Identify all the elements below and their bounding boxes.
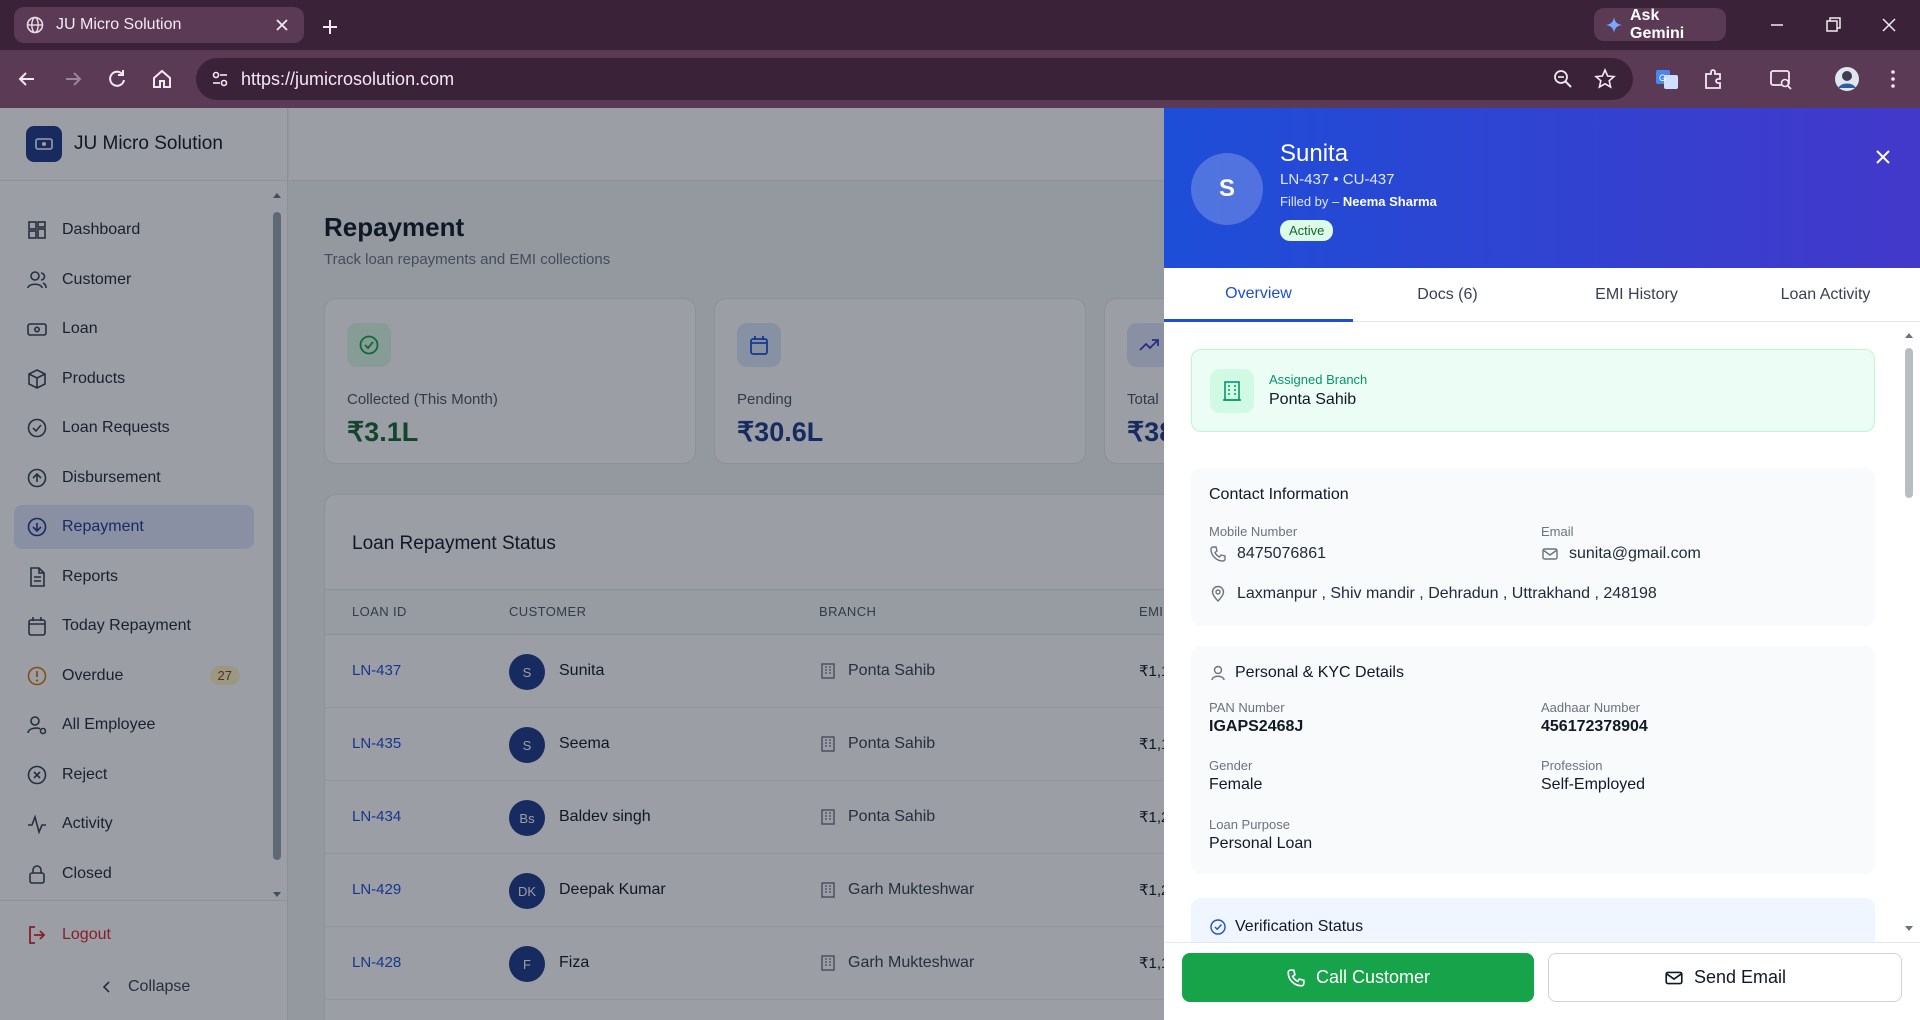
browser-menu-icon[interactable] bbox=[1880, 66, 1906, 92]
app-viewport: JU Micro Solution Dashboard Customer Loa… bbox=[0, 108, 1920, 1020]
address: Laxmanpur , Shiv mandir , Dehradun , Utt… bbox=[1209, 585, 1657, 603]
reload-icon[interactable] bbox=[104, 66, 130, 92]
tab-overview[interactable]: Overview bbox=[1164, 268, 1353, 322]
close-panel-icon[interactable] bbox=[1872, 146, 1894, 168]
call-customer-button[interactable]: Call Customer bbox=[1182, 953, 1534, 1002]
call-customer-label: Call Customer bbox=[1315, 967, 1431, 987]
personal-kyc-section: Personal & KYC Details PAN Number IGAPS2… bbox=[1191, 646, 1875, 874]
panel-tabs: Overview Docs (6) EMI History Loan Activ… bbox=[1164, 268, 1920, 322]
panel-footer: Call Customer Send Email bbox=[1164, 942, 1920, 1020]
customer-name-heading: Sunita bbox=[1280, 140, 1349, 167]
browser-toolbar: https://jumicrosolution.com G bbox=[0, 50, 1920, 108]
globe-icon bbox=[26, 16, 44, 34]
restore-window-icon[interactable] bbox=[1822, 14, 1844, 36]
section-title: Personal & KYC Details bbox=[1209, 664, 1404, 682]
verification-title: Verification Status bbox=[1235, 918, 1364, 935]
address-bar[interactable]: https://jumicrosolution.com bbox=[196, 58, 1633, 100]
loan-purpose-value: Personal Loan bbox=[1209, 835, 1313, 852]
customer-detail-panel: S Sunita LN-437 • CU-437 Filled by – Nee… bbox=[1164, 108, 1920, 1020]
site-settings-icon[interactable] bbox=[210, 69, 230, 89]
bookmark-star-icon[interactable] bbox=[1594, 68, 1616, 90]
filled-by: Filled by – Neema Sharma bbox=[1280, 194, 1437, 209]
mobile-value: 8475076861 bbox=[1237, 545, 1326, 562]
profile-avatar-icon[interactable] bbox=[1834, 66, 1860, 92]
panel-body: Assigned Branch Ponta Sahib Contact Info… bbox=[1164, 322, 1920, 942]
filled-by-name: Neema Sharma bbox=[1342, 194, 1437, 209]
email-address[interactable]: sunita@gmail.com bbox=[1541, 545, 1701, 563]
loan-purpose-label: Loan Purpose bbox=[1209, 817, 1290, 832]
panel-scrollbar-thumb[interactable] bbox=[1905, 348, 1913, 498]
browser-tab[interactable]: JU Micro Solution bbox=[14, 7, 304, 43]
mail-icon bbox=[1541, 545, 1559, 563]
tab-loan-activity[interactable]: Loan Activity bbox=[1731, 268, 1920, 322]
profession-label: Profession bbox=[1541, 758, 1603, 773]
building-icon bbox=[1210, 369, 1254, 413]
assigned-branch-label: Assigned Branch bbox=[1269, 372, 1368, 387]
mail-icon bbox=[1664, 968, 1684, 988]
gender-value: Female bbox=[1209, 776, 1263, 793]
forward-icon[interactable] bbox=[60, 66, 86, 92]
tab-title: JU Micro Solution bbox=[56, 16, 182, 33]
extensions-puzzle-icon[interactable] bbox=[1700, 66, 1726, 92]
close-tab-icon[interactable] bbox=[272, 15, 292, 35]
map-pin-icon bbox=[1209, 585, 1227, 603]
gemini-label: Ask Gemini bbox=[1630, 6, 1685, 42]
pan-label: PAN Number bbox=[1209, 700, 1285, 715]
tab-docs[interactable]: Docs (6) bbox=[1353, 268, 1542, 322]
translate-extension-icon[interactable]: G bbox=[1654, 66, 1680, 92]
profession-value: Self-Employed bbox=[1541, 776, 1646, 793]
close-window-icon[interactable] bbox=[1878, 14, 1900, 36]
back-icon[interactable] bbox=[14, 66, 40, 92]
customer-avatar: S bbox=[1191, 153, 1263, 225]
address-value: Laxmanpur , Shiv mandir , Dehradun , Utt… bbox=[1237, 585, 1657, 602]
phone-icon bbox=[1286, 968, 1306, 988]
tab-search-icon[interactable] bbox=[1768, 66, 1794, 92]
contact-information-section: Contact Information Mobile Number 847507… bbox=[1191, 468, 1875, 626]
new-tab-icon[interactable] bbox=[318, 15, 342, 39]
ask-gemini-button[interactable]: Ask Gemini bbox=[1594, 6, 1726, 42]
mobile-number[interactable]: 8475076861 bbox=[1209, 545, 1326, 563]
phone-icon bbox=[1209, 545, 1227, 563]
aadhaar-label: Aadhaar Number bbox=[1541, 700, 1640, 715]
svg-text:G: G bbox=[1659, 73, 1666, 83]
section-title: Verification Status bbox=[1209, 918, 1363, 936]
browser-tab-strip: JU Micro Solution Ask Gemini bbox=[0, 0, 1920, 50]
mobile-label: Mobile Number bbox=[1209, 524, 1298, 539]
user-icon bbox=[1209, 664, 1227, 682]
filled-by-prefix: Filled by – bbox=[1280, 194, 1343, 209]
tab-emi-history[interactable]: EMI History bbox=[1542, 268, 1731, 322]
zoom-icon[interactable] bbox=[1552, 68, 1574, 90]
send-email-label: Send Email bbox=[1693, 967, 1787, 987]
customer-ids: LN-437 • CU-437 bbox=[1280, 171, 1395, 188]
home-icon[interactable] bbox=[149, 66, 175, 92]
section-title: Contact Information bbox=[1209, 486, 1349, 503]
panel-scrollbar[interactable] bbox=[1902, 330, 1916, 934]
status-badge: Active bbox=[1280, 220, 1334, 241]
email-value: sunita@gmail.com bbox=[1569, 545, 1701, 562]
gender-label: Gender bbox=[1209, 758, 1253, 773]
panel-header: S Sunita LN-437 • CU-437 Filled by – Nee… bbox=[1164, 108, 1920, 268]
assigned-branch-value: Ponta Sahib bbox=[1269, 391, 1357, 408]
kyc-title: Personal & KYC Details bbox=[1235, 664, 1404, 681]
assigned-branch-card: Assigned Branch Ponta Sahib bbox=[1191, 349, 1875, 432]
email-label: Email bbox=[1541, 524, 1574, 539]
pan-value: IGAPS2468J bbox=[1209, 718, 1304, 735]
gemini-sparkle-icon bbox=[1606, 16, 1622, 33]
send-email-button[interactable]: Send Email bbox=[1548, 953, 1902, 1002]
check-circle-icon bbox=[1209, 918, 1227, 936]
verification-status-section: Verification Status bbox=[1191, 898, 1875, 942]
aadhaar-value: 456172378904 bbox=[1541, 718, 1648, 735]
url-text: https://jumicrosolution.com bbox=[241, 69, 455, 89]
minimize-window-icon[interactable] bbox=[1766, 14, 1788, 36]
